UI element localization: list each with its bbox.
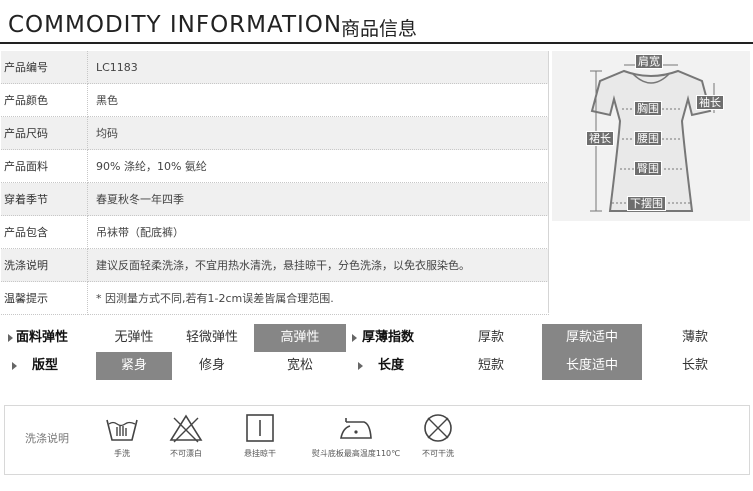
iron-icon: [340, 418, 372, 439]
hang-dry-icon: [246, 414, 274, 442]
table-row: 产品尺码 均码: [1, 116, 549, 150]
label-shoulder: 肩宽: [635, 54, 663, 69]
length-label: 长度: [378, 358, 405, 373]
arrow-icon: [352, 334, 357, 342]
care-item-no-dry-clean: 不可干洗: [393, 412, 483, 459]
header-rule: [0, 42, 753, 44]
label-hip: 臀围: [634, 161, 662, 176]
option-tight: 紧身: [96, 352, 172, 380]
option-high-elasticity: 高弹性: [254, 324, 346, 352]
info-value: 均码: [87, 116, 549, 150]
care-item-hang-dry: 悬挂晾干: [215, 412, 305, 459]
label-sleeve: 袖长: [696, 95, 724, 110]
title-zh: 商品信息: [341, 18, 418, 40]
info-value: LC1183: [87, 51, 549, 84]
table-row: 产品包含 吊袜带（配底裤）: [1, 215, 549, 249]
header: COMMODITY INFORMATION 商品信息: [0, 0, 753, 46]
title-en: COMMODITY INFORMATION: [8, 12, 343, 38]
care-instructions: 洗涤说明 手洗 不可漂白 悬挂晾干 熨斗底板最高温度110℃ 不可干洗: [4, 405, 750, 475]
hand-wash-icon: [106, 419, 138, 441]
info-key: 产品面料: [1, 149, 88, 183]
option-thick: 厚款: [477, 330, 504, 345]
option-medium-thickness: 厚款适中: [542, 324, 642, 352]
no-dry-clean-icon: [424, 414, 452, 442]
table-row: 产品编号 LC1183: [1, 51, 549, 84]
info-value: 黑色: [87, 83, 549, 117]
thickness-label: 厚薄指数: [362, 330, 415, 345]
info-value: 吊袜带（配底裤）: [87, 215, 549, 249]
option-thin: 薄款: [681, 330, 708, 345]
option-loose: 宽松: [286, 358, 313, 373]
table-row: 洗涤说明 建议反面轻柔洗涤，不宜用热水清洗，悬挂晾干，分色洗涤，以免衣服染色。: [1, 248, 549, 282]
info-value: * 因测量方式不同,若有1-2cm误差皆属合理范围.: [87, 281, 549, 315]
option-medium-length: 长度适中: [542, 352, 642, 380]
no-bleach-icon: [169, 414, 203, 443]
label-length: 裙长: [586, 131, 614, 146]
info-key: 产品颜色: [1, 83, 88, 117]
info-value: 建议反面轻柔洗涤，不宜用热水清洗，悬挂晾干，分色洗涤，以免衣服染色。: [87, 248, 549, 282]
table-row: 产品面料 90% 涤纶，10% 氨纶: [1, 149, 549, 183]
info-table: 产品编号 LC1183 产品颜色 黑色 产品尺码 均码 产品面料 90% 涤纶，10% …: [1, 51, 549, 315]
elasticity-label: 面料弹性: [16, 330, 69, 345]
info-key: 穿着季节: [1, 182, 88, 216]
measurement-diagram: 肩宽 袖长 胸围 裙长 腰围 臀围 下摆围: [552, 51, 750, 221]
info-key: 温馨提示: [1, 281, 88, 315]
label-waist: 腰围: [634, 131, 662, 146]
info-key: 产品尺码: [1, 116, 88, 150]
care-caption: 不可干洗: [422, 449, 454, 458]
info-value: 90% 涤纶，10% 氨纶: [87, 149, 549, 183]
arrow-icon: [12, 362, 17, 370]
care-caption: 悬挂晾干: [244, 449, 276, 458]
table-divider: [548, 51, 549, 313]
label-chest: 胸围: [634, 101, 662, 116]
fit-label: 版型: [32, 358, 59, 373]
attribute-row-fit: 版型 紧身 修身 宽松 长度 短款 长度适中 长款: [0, 352, 753, 380]
info-key: 产品包含: [1, 215, 88, 249]
info-key: 洗涤说明: [1, 248, 88, 282]
attribute-row-elasticity: 面料弹性 无弹性 轻微弹性 高弹性 厚薄指数 厚款 厚款适中 薄款: [0, 324, 753, 352]
table-row: 穿着季节 春夏秋冬一年四季: [1, 182, 549, 216]
arrow-icon: [8, 334, 13, 342]
option-short: 短款: [477, 358, 504, 373]
option-long: 长款: [681, 358, 708, 373]
care-title: 洗涤说明: [25, 432, 69, 445]
info-value: 春夏秋冬一年四季: [87, 182, 549, 216]
option-slim: 修身: [198, 358, 225, 373]
option-no-elasticity: 无弹性: [114, 330, 154, 345]
table-row: 温馨提示 * 因测量方式不同,若有1-2cm误差皆属合理范围.: [1, 281, 549, 315]
info-key: 产品编号: [1, 51, 88, 84]
arrow-icon: [358, 362, 363, 370]
table-row: 产品颜色 黑色: [1, 83, 549, 117]
option-slight-elasticity: 轻微弹性: [185, 330, 238, 345]
label-hem: 下摆围: [627, 196, 666, 211]
